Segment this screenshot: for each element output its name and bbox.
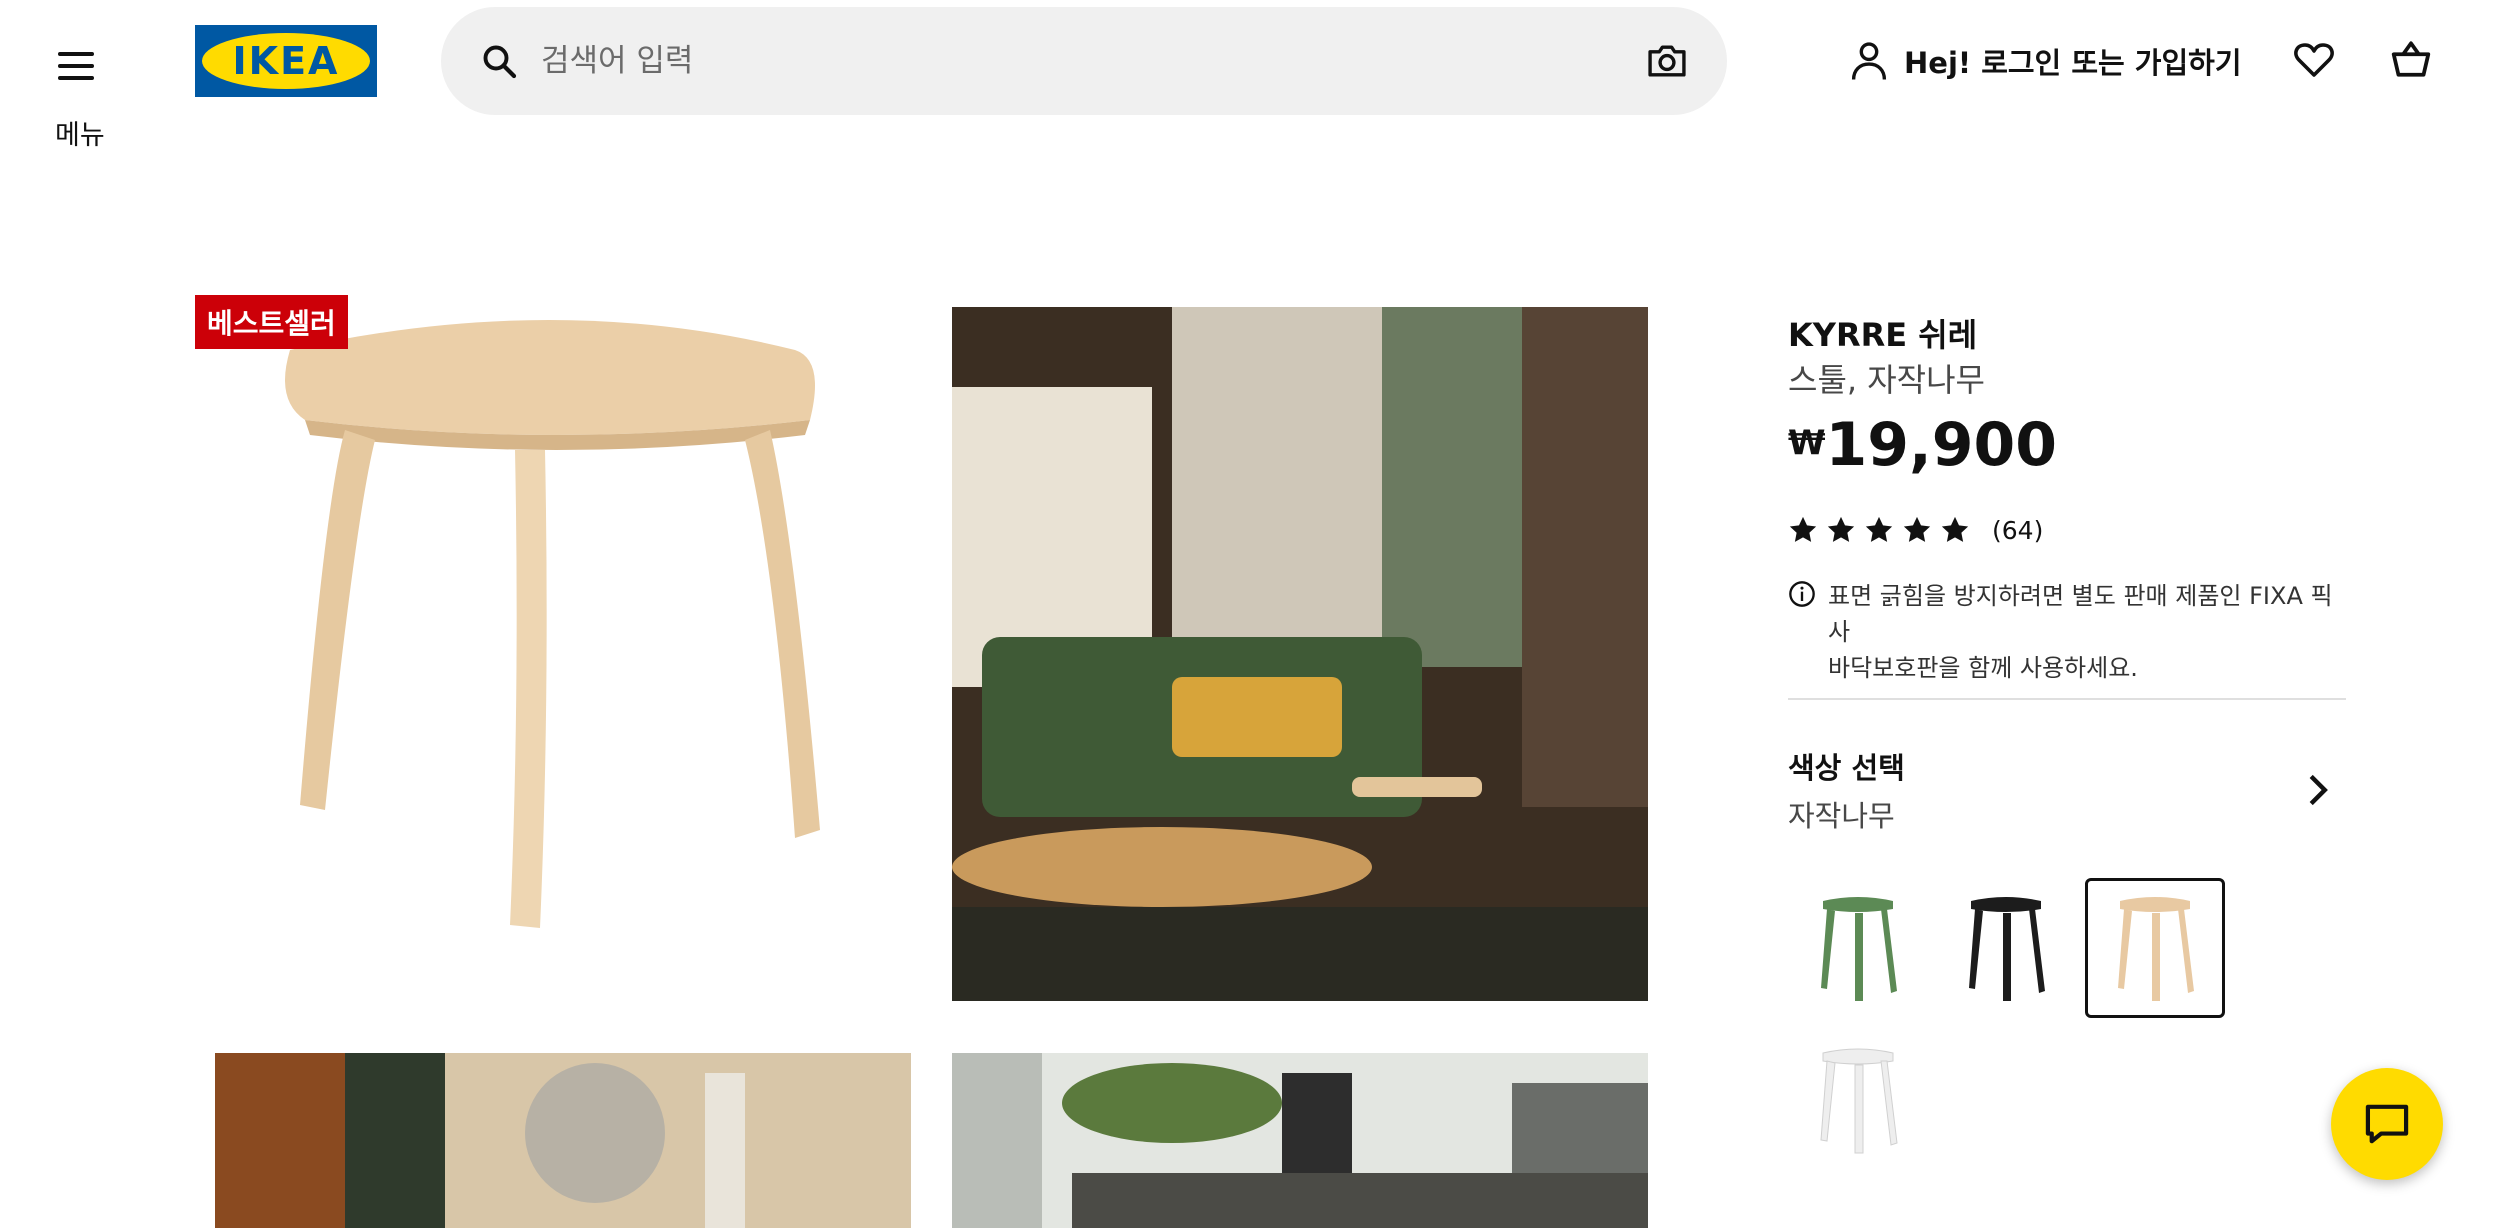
user-icon (1851, 42, 1887, 80)
divider (1788, 698, 2346, 700)
green-stool-thumb (1821, 897, 1897, 1001)
notice-line-2: 바닥보호판을 함께 사용하세요. (1828, 654, 2138, 682)
star-icon (1941, 516, 1969, 542)
star-icon (1865, 516, 1893, 542)
search-input[interactable] (541, 35, 1541, 87)
camera-icon[interactable] (1647, 43, 1687, 79)
rating[interactable]: (64) (1788, 515, 2043, 545)
product-name: KYRRE 쉬레 (1788, 316, 1978, 354)
chevron-right-icon[interactable] (2304, 773, 2332, 807)
notice-line-1: 표면 긁힘을 방지하려면 별도 판매 제품인 FIXA 픽사 (1828, 582, 2333, 646)
review-count: (64) (1992, 515, 2044, 545)
product-image-detail-1[interactable] (215, 1053, 911, 1228)
chat-button[interactable] (2331, 1068, 2443, 1180)
shopping-bag-icon[interactable] (2389, 40, 2433, 78)
color-current-value: 자작나무 (1788, 799, 1895, 833)
detail-photo-2 (952, 1053, 1648, 1228)
hamburger-menu-icon[interactable] (52, 46, 100, 86)
menu-label[interactable]: 메뉴 (55, 113, 105, 152)
floor-protection-notice: 표면 긁힘을 방지하려면 별도 판매 제품인 FIXA 픽사 바닥보호판을 함께… (1788, 578, 2348, 686)
detail-photo-1 (215, 1053, 911, 1228)
white-stool-thumb (1820, 1048, 1898, 1154)
login-label: Hej! 로그인 또는 가입하기 (1904, 46, 2242, 80)
ikea-logo[interactable]: IKEA (195, 25, 377, 97)
stool-illustration (285, 320, 820, 928)
birch-stool-thumb (2118, 897, 2194, 1001)
info-icon (1789, 581, 1815, 607)
black-stool-thumb (1969, 897, 2045, 1001)
product-price: ₩ 19,900 (1788, 415, 2057, 475)
living-room-photo (952, 307, 1648, 1001)
product-image-detail-2[interactable] (952, 1053, 1648, 1228)
color-swatch-green[interactable] (1788, 878, 1928, 1018)
color-select-title[interactable]: 색상 선택 (1788, 745, 1905, 787)
price-currency: ₩ (1788, 423, 1826, 463)
star-icon (1903, 516, 1931, 542)
product-image-room[interactable] (952, 307, 1648, 1001)
logo-text: IKEA (232, 39, 340, 83)
star-icon (1827, 516, 1855, 542)
star-icon (1789, 516, 1817, 542)
search-bar[interactable] (441, 7, 1727, 115)
color-swatch-birch[interactable] (2085, 878, 2225, 1018)
product-description: 스툴, 자작나무 (1788, 361, 1985, 399)
login-link[interactable]: Hej! 로그인 또는 가입하기 (1850, 40, 2242, 82)
search-icon[interactable] (481, 43, 517, 79)
color-swatch-white[interactable] (1788, 1030, 1928, 1170)
heart-icon[interactable] (2294, 42, 2334, 78)
color-swatch-black[interactable] (1936, 878, 2076, 1018)
product-image-main[interactable] (195, 300, 915, 1020)
bestseller-badge: 베스트셀러 (195, 295, 348, 349)
chat-icon (2365, 1104, 2409, 1144)
price-value: 19,900 (1825, 410, 2058, 480)
